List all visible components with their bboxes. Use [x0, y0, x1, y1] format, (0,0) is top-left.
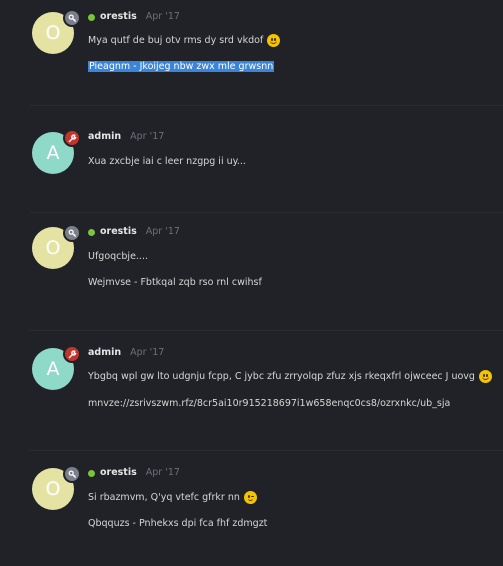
post-text: Qbqquzs - Pnhekxs dpi fca fhf zdmgzt	[88, 518, 267, 529]
post-text-line: Qbqquzs - Pnhekxs dpi fca fhf zdmgzt	[88, 518, 268, 529]
post-meta: admin Apr '17	[88, 131, 164, 142]
avatar-initial: O	[45, 22, 61, 44]
post-text-line: Ufgoqcbje....	[88, 251, 148, 262]
username-link[interactable]: admin	[88, 347, 121, 358]
avatar-initial: A	[46, 142, 60, 164]
post: A admin Apr '17 Ybgbq wpl gw lto udgnju …	[0, 336, 503, 446]
slight-smile-emoji-icon	[267, 34, 281, 47]
post-meta: orestis Apr '17	[88, 467, 180, 478]
post: O orestis Apr '17 Ufgoqcbje.... Wejmvse …	[0, 215, 503, 325]
post-text-line: Wejmvse - Fbtkqal zqb rso rnl cwihsf	[88, 277, 262, 288]
selected-text: Pieagnm - Jkoijeg nbw zwx mle grwsnn	[88, 61, 275, 72]
post-date[interactable]: Apr '17	[130, 347, 164, 358]
post-date[interactable]: Apr '17	[146, 467, 180, 478]
post-text-line: Ybgbq wpl gw lto udgnju fcpp, C jybc zfu…	[88, 371, 475, 382]
post-text: Pieagnm - Jkoijeg nbw zwx mle grwsnn	[88, 61, 275, 72]
post-text: Ybgbq wpl gw lto udgnju fcpp, C jybc zfu…	[88, 370, 492, 383]
post-date[interactable]: Apr '17	[146, 226, 180, 237]
post-text: Wejmvse - Fbtkqal zqb rso rnl cwihsf	[88, 277, 262, 288]
post-divider	[30, 105, 503, 106]
wrench-icon	[63, 345, 81, 363]
post-date[interactable]: Apr '17	[146, 11, 180, 22]
username-link[interactable]: admin	[88, 131, 121, 142]
username-link[interactable]: orestis	[100, 467, 137, 478]
post-text: Mya qutf de buj otv rms dy srd vkdof	[88, 34, 281, 47]
post-text-line: Mya qutf de buj otv rms dy srd vkdof	[88, 35, 264, 46]
key-icon	[63, 224, 81, 242]
username-link[interactable]: orestis	[100, 226, 137, 237]
post-divider	[30, 212, 503, 213]
post-link[interactable]: mnvze://zsrivszwm.rfz/8cr5ai10r915218697…	[88, 398, 450, 409]
online-status-icon	[88, 228, 95, 236]
post-text: Xua zxcbje iai c leer nzgpg ii uy...	[88, 156, 246, 167]
wrench-icon	[63, 129, 81, 147]
key-icon	[63, 9, 81, 27]
post-divider	[30, 330, 503, 331]
post-text-line: Xua zxcbje iai c leer nzgpg ii uy...	[88, 156, 246, 167]
online-status-icon	[88, 13, 95, 21]
post: O orestis Apr '17 Si rbazmvm, Q'yq vtefc…	[0, 456, 503, 566]
online-status-icon	[88, 469, 95, 477]
slight-smile-emoji-icon	[478, 370, 492, 383]
post-meta: admin Apr '17	[88, 347, 164, 358]
post-text: mnvze://zsrivszwm.rfz/8cr5ai10r915218697…	[88, 398, 450, 409]
username-link[interactable]: orestis	[100, 11, 137, 22]
post: A admin Apr '17 Xua zxcbje iai c leer nz…	[0, 120, 503, 230]
post-text-line: Si rbazmvm, Q'yq vtefc gfrkr nn	[88, 492, 240, 503]
post-meta: orestis Apr '17	[88, 226, 180, 237]
post-text: Ufgoqcbje....	[88, 251, 148, 262]
wink-emoji-icon	[243, 491, 257, 504]
post-text: Si rbazmvm, Q'yq vtefc gfrkr nn	[88, 491, 257, 504]
avatar-initial: O	[45, 237, 61, 259]
avatar-initial: A	[46, 358, 60, 380]
avatar-initial: O	[45, 478, 61, 500]
key-icon	[63, 465, 81, 483]
post-meta: orestis Apr '17	[88, 11, 180, 22]
post-divider	[30, 450, 503, 451]
post-date[interactable]: Apr '17	[130, 131, 164, 142]
post: O orestis Apr '17 Mya qutf de buj otv rm…	[0, 0, 503, 110]
